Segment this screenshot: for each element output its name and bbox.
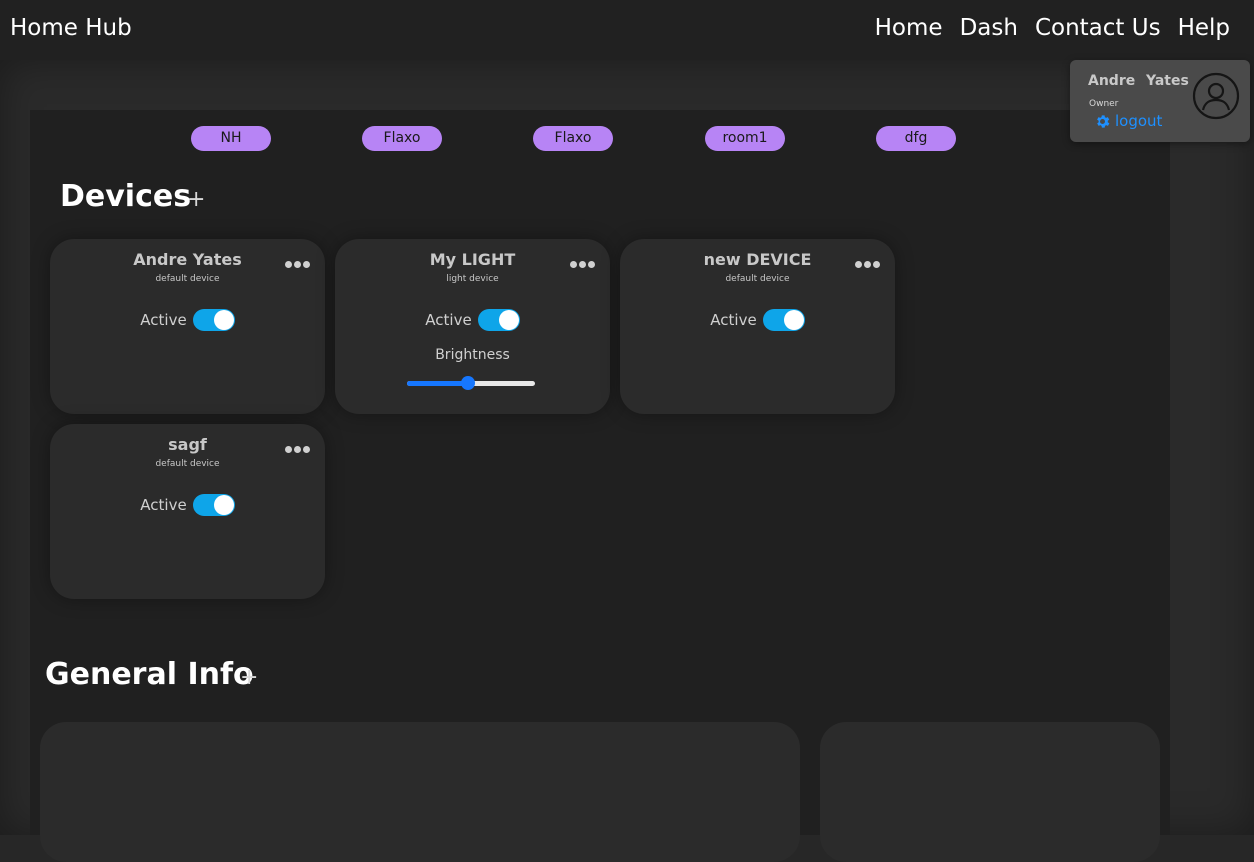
brand-title[interactable]: Home Hub: [10, 13, 132, 43]
active-label: Active: [140, 496, 187, 514]
active-row: Active: [620, 309, 895, 331]
add-info-icon[interactable]: +: [240, 666, 258, 690]
profile-role: Owner: [1089, 99, 1119, 109]
logout-label: logout: [1115, 112, 1163, 130]
room-pill-flaxo[interactable]: Flaxo: [362, 126, 442, 151]
device-type: light device: [446, 274, 499, 284]
device-type: default device: [725, 274, 790, 284]
nav-link-home[interactable]: Home: [875, 13, 943, 43]
avatar-icon[interactable]: [1192, 72, 1240, 120]
add-device-icon[interactable]: +: [187, 188, 205, 212]
general-info-heading: General Info: [45, 657, 254, 692]
room-pill-dfg[interactable]: dfg: [876, 126, 956, 151]
profile-popup: Andre Yates Owner logout: [1070, 60, 1250, 142]
device-card: sagf default device Active: [50, 424, 325, 599]
toggle-knob: [213, 310, 234, 330]
slider-fill: [407, 381, 468, 386]
info-card-main: [40, 722, 800, 862]
more-options-icon[interactable]: [855, 261, 880, 269]
active-toggle[interactable]: [477, 309, 520, 331]
profile-first-name: Andre: [1088, 73, 1136, 89]
info-card-side: [820, 722, 1160, 862]
active-toggle[interactable]: [192, 494, 235, 516]
active-toggle[interactable]: [192, 309, 235, 331]
dashboard-panel: NH Flaxo Flaxo room1 dfg Devices + Andre…: [30, 110, 1170, 862]
toggle-knob: [213, 495, 234, 515]
more-options-icon[interactable]: [285, 446, 310, 454]
room-pill-nh[interactable]: NH: [191, 126, 271, 151]
device-name: My LIGHT: [429, 250, 516, 269]
device-type: default device: [155, 274, 220, 284]
device-name: Andre Yates: [133, 250, 242, 269]
device-type: default device: [155, 459, 220, 469]
active-toggle[interactable]: [762, 309, 805, 331]
device-card: new DEVICE default device Active: [620, 239, 895, 414]
active-row: Active: [50, 309, 325, 331]
slider-thumb[interactable]: [461, 376, 475, 390]
active-label: Active: [425, 311, 472, 329]
active-row: Active: [50, 494, 325, 516]
top-navbar: Home Hub Home Dash Contact Us Help: [0, 0, 1254, 60]
device-card: My LIGHT light device Active Brightness: [335, 239, 610, 414]
nav-links: Home Dash Contact Us Help: [875, 13, 1230, 43]
nav-link-dash[interactable]: Dash: [960, 13, 1018, 43]
device-card: Andre Yates default device Active: [50, 239, 325, 414]
active-label: Active: [710, 311, 757, 329]
room-pill-flaxo-2[interactable]: Flaxo: [533, 126, 613, 151]
device-name: new DEVICE: [703, 250, 812, 269]
active-label: Active: [140, 311, 187, 329]
device-name: sagf: [168, 435, 207, 454]
nav-link-help[interactable]: Help: [1178, 13, 1230, 43]
room-pill-room1[interactable]: room1: [705, 126, 785, 151]
gear-icon: [1097, 114, 1110, 128]
active-row: Active: [335, 309, 610, 331]
nav-link-contact-us[interactable]: Contact Us: [1035, 13, 1161, 43]
devices-heading: Devices: [60, 179, 192, 214]
logout-button[interactable]: logout: [1094, 111, 1162, 131]
more-options-icon[interactable]: [570, 261, 595, 269]
brightness-slider[interactable]: [407, 376, 535, 390]
brightness-label: Brightness: [435, 347, 510, 363]
more-options-icon[interactable]: [285, 261, 310, 269]
toggle-knob: [498, 310, 519, 330]
toggle-knob: [783, 310, 804, 330]
profile-last-name: Yates: [1146, 73, 1189, 89]
